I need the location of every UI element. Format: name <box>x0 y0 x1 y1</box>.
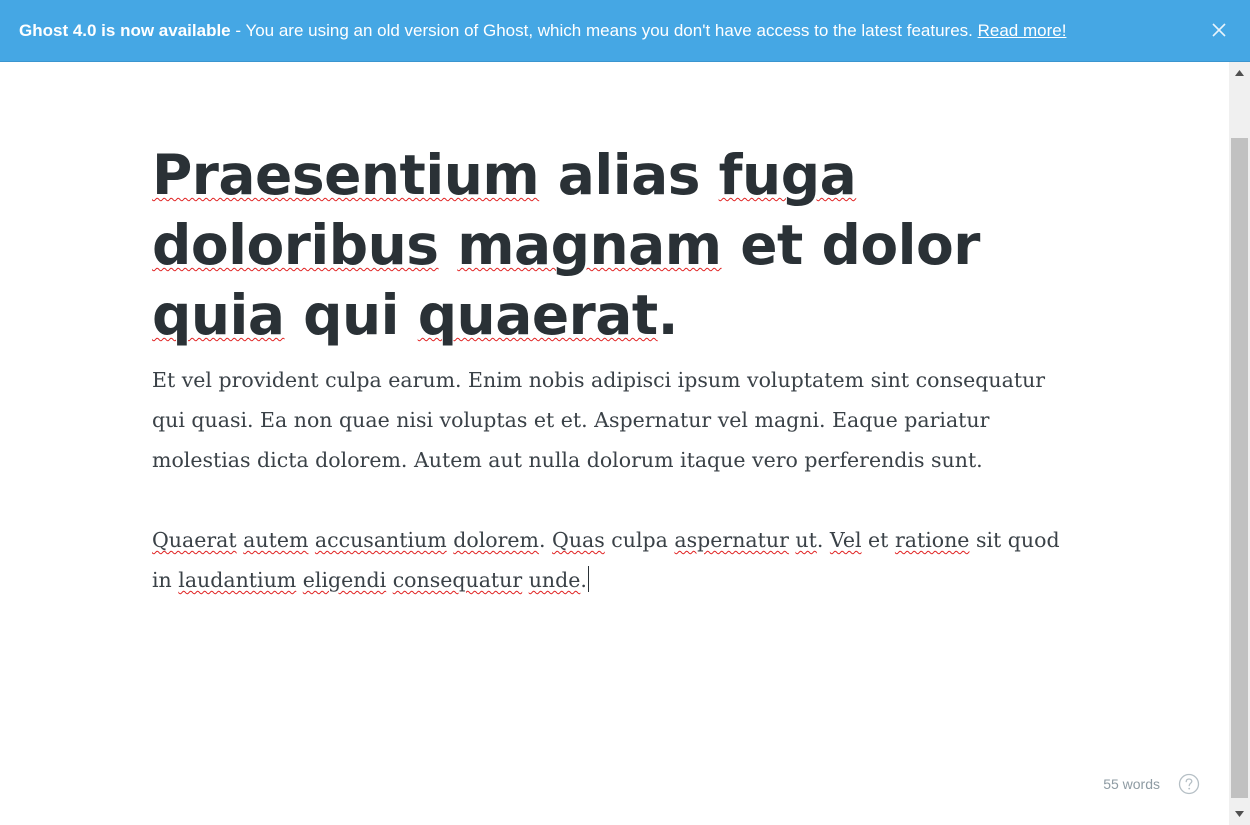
paragraph-word: . <box>816 528 830 552</box>
paragraph-word: . <box>538 528 553 552</box>
paragraph-word: culpa <box>604 528 675 552</box>
title-word: magnam <box>457 213 722 277</box>
paragraph-word: unde <box>528 568 581 592</box>
paragraph-1[interactable]: Et vel provident culpa earum. Enim nobis… <box>152 360 1082 480</box>
title-word: . <box>657 283 679 347</box>
paragraph-word: dolorem <box>453 528 539 552</box>
title-word: fuga <box>718 143 857 207</box>
editor-canvas[interactable]: Praesentium alias fuga doloribus magnam … <box>152 140 1082 600</box>
paragraph-word: aspernatur <box>674 528 789 552</box>
banner-message: - You are using an old version of Ghost,… <box>230 21 978 40</box>
title-word: et dolor <box>721 213 980 277</box>
title-word: qui <box>284 283 418 347</box>
title-word: doloribus <box>152 213 439 277</box>
paragraph-word: laudantium <box>178 568 297 592</box>
title-word: quia <box>152 283 285 347</box>
paragraph-word: . <box>580 568 587 592</box>
paragraph-word: Quas <box>552 528 605 552</box>
paragraph-2[interactable]: Quaerat autem accusantium dolorem. Quas … <box>152 520 1082 600</box>
banner-headline: Ghost 4.0 is now available <box>19 21 231 40</box>
paragraph-word: ratione <box>894 528 970 552</box>
paragraph-word: autem <box>243 528 309 552</box>
vertical-scrollbar[interactable] <box>1229 62 1250 825</box>
close-icon[interactable] <box>1210 21 1228 39</box>
upgrade-banner: Ghost 4.0 is now available - You are usi… <box>0 0 1250 62</box>
scroll-down-arrow-icon[interactable] <box>1229 803 1250 825</box>
text-caret <box>587 566 589 592</box>
title-word: alias <box>539 143 719 207</box>
paragraph-word: accusantium <box>314 528 447 552</box>
read-more-link[interactable]: Read more! <box>978 21 1067 40</box>
editor-footer: 55 words <box>1103 773 1200 795</box>
word-count: 55 words <box>1103 776 1160 792</box>
paragraph-word: Quaerat <box>152 528 237 552</box>
title-word <box>439 213 458 277</box>
title-word: Praesentium <box>152 143 540 207</box>
help-icon[interactable] <box>1178 773 1200 795</box>
scrollbar-thumb[interactable] <box>1231 138 1248 798</box>
paragraph-word: ut <box>795 528 817 552</box>
paragraph-word: et <box>861 528 895 552</box>
paragraph-word: Vel <box>829 528 862 552</box>
post-title[interactable]: Praesentium alias fuga doloribus magnam … <box>152 140 1082 350</box>
scroll-up-arrow-icon[interactable] <box>1229 62 1250 84</box>
paragraph-word: eligendi <box>302 568 387 592</box>
paragraph-word: consequatur <box>392 568 523 592</box>
title-word: quaerat <box>417 283 658 347</box>
